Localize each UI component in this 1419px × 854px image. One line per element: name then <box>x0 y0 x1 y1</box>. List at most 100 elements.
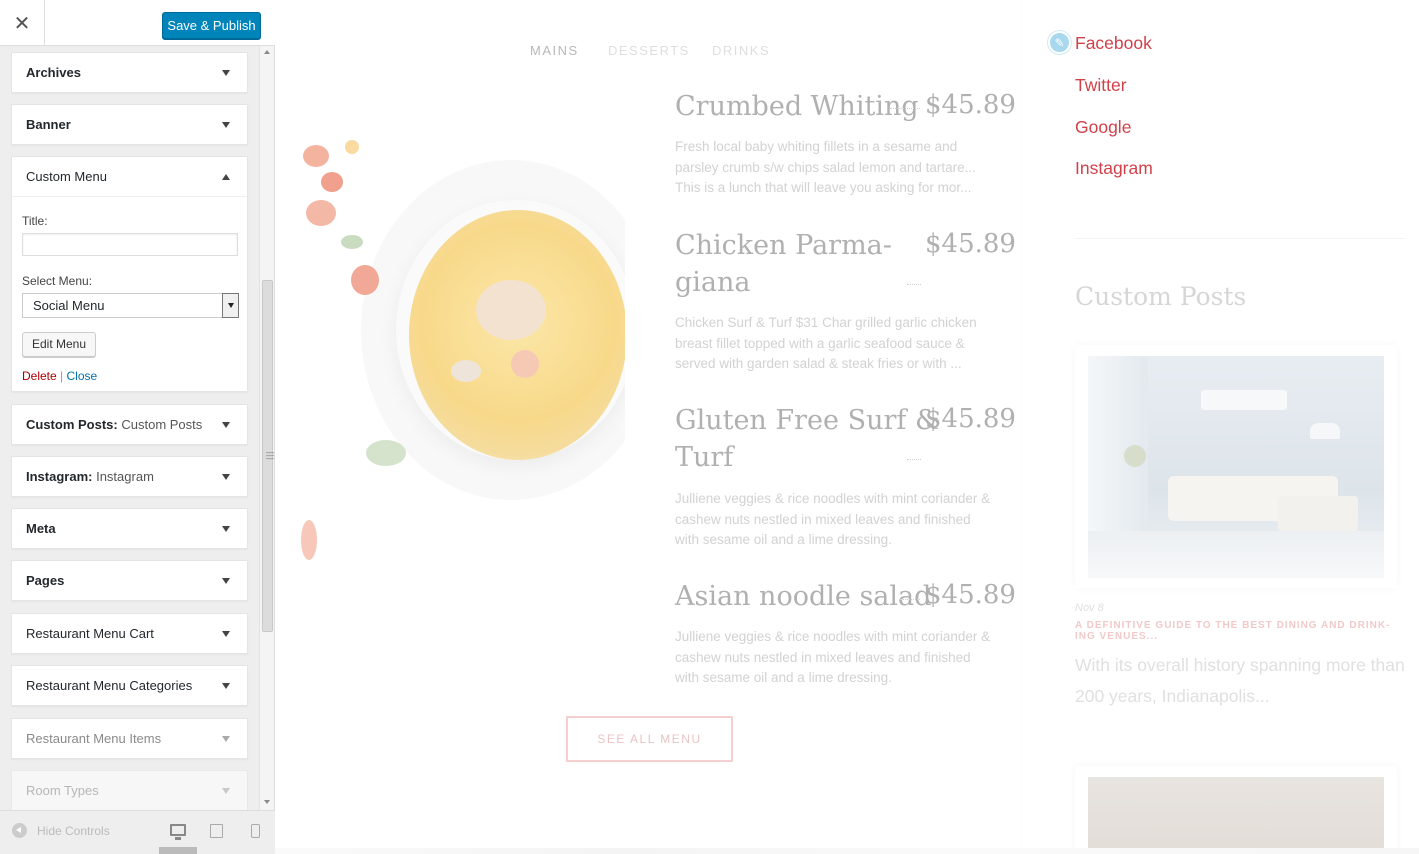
widget-title: Pages <box>26 573 65 588</box>
select-menu-dropdown[interactable]: Social Menu <box>22 293 239 318</box>
widget-banner[interactable]: Banner <box>11 104 248 145</box>
widget-restaurant-menu-cart[interactable]: Restaurant Menu Cart <box>11 613 248 654</box>
expand-arrow-icon[interactable] <box>222 577 230 584</box>
select-menu-label: Select Menu: <box>22 274 93 288</box>
scrollbar-thumb[interactable]: — — — <box>262 280 274 632</box>
widget-header[interactable]: Pages <box>12 561 247 600</box>
grip-icon: — — — <box>266 448 274 463</box>
select-menu-value: Social Menu <box>33 298 105 313</box>
widget-custom-menu[interactable]: Custom Menu Title: Select Menu: Social M… <box>11 156 248 392</box>
widget-header[interactable]: Restaurant Menu Categories <box>12 666 247 705</box>
social-link-twitter[interactable]: Twitter <box>1075 75 1127 96</box>
social-link-instagram[interactable]: Instagram <box>1075 158 1153 179</box>
dropdown-arrow-icon[interactable] <box>222 293 239 318</box>
social-link-facebook[interactable]: Facebook <box>1075 33 1152 54</box>
menu-item-description: Julliene veggies & rice noodles with min… <box>675 629 991 685</box>
customizer-header: ✕ Save & Publish <box>0 0 275 46</box>
hide-controls-button[interactable]: Hide Controls <box>12 823 110 838</box>
close-icon[interactable]: ✕ <box>0 0 45 46</box>
widget-header[interactable]: Room Types <box>12 771 247 810</box>
scroll-up-arrow-icon[interactable] <box>264 50 270 54</box>
social-link-google[interactable]: Google <box>1075 117 1131 138</box>
widget-restaurant-menu-categories[interactable]: Restaurant Menu Categories <box>11 665 248 706</box>
widget-custom-posts[interactable]: Custom Posts: Custom Posts <box>11 404 248 445</box>
tab-desserts[interactable]: DESSERTS <box>608 43 690 58</box>
collapse-circle-icon <box>12 823 27 838</box>
widget-header[interactable]: Custom Posts: Custom Posts <box>12 405 247 444</box>
post-title[interactable]: A DEFINITIVE GUIDE TO THE BEST DINING AN… <box>1075 620 1400 642</box>
widget-header[interactable]: Meta <box>12 509 247 548</box>
widget-instagram[interactable]: Instagram: Instagram <box>11 456 248 497</box>
tab-drinks[interactable]: DRINKS <box>712 43 770 58</box>
expand-arrow-icon[interactable] <box>222 525 230 532</box>
collapse-arrow-icon[interactable] <box>222 173 230 180</box>
widget-title: Archives <box>26 65 81 80</box>
menu-item-price: $45.89 <box>925 90 1016 120</box>
widget-room-types[interactable]: Room Types <box>11 770 248 811</box>
scroll-down-arrow-icon[interactable] <box>264 800 270 804</box>
widget-restaurant-menu-items[interactable]: Restaurant Menu Items <box>11 718 248 759</box>
widget-header[interactable]: Archives <box>12 53 247 92</box>
customizer-sidebar: ✕ Save & Publish Archives Banner Custom … <box>0 0 275 854</box>
edit-menu-button[interactable]: Edit Menu <box>22 332 97 357</box>
sidebar-scrollbar[interactable]: — — — <box>259 46 274 810</box>
post-date: Nov 8 <box>1075 602 1104 614</box>
menu-item-description: Julliene veggies & rice noodles with min… <box>675 491 991 547</box>
widget-actions: Delete | Close <box>22 369 237 383</box>
expand-arrow-icon[interactable] <box>222 630 230 637</box>
menu-item-price: $45.89 <box>925 404 1016 434</box>
menu-item-price: $45.89 <box>925 580 1016 610</box>
expand-arrow-icon[interactable] <box>222 421 230 428</box>
menu-item-title[interactable]: Chicken Parma-giana <box>675 227 892 301</box>
widget-header[interactable]: Instagram: Instagram <box>12 457 247 496</box>
price-leader <box>900 599 920 600</box>
title-label: Title: <box>22 214 48 228</box>
custom-menu-form: Title: Select Menu: Social Menu Edit Men… <box>12 196 247 393</box>
menu-item-title[interactable]: Crumbed Whiting <box>675 88 919 125</box>
widget-header[interactable]: Banner <box>12 105 247 144</box>
menu-item-title[interactable]: Gluten Free Surf & Turf <box>675 402 939 476</box>
post-thumbnail[interactable] <box>1075 345 1397 588</box>
expand-arrow-icon[interactable] <box>222 735 230 742</box>
expand-arrow-icon[interactable] <box>222 69 230 76</box>
site-preview: MAINS DESSERTS DRINKS Crumbed Whiting $4… <box>275 0 1419 854</box>
widget-archives[interactable]: Archives <box>11 52 248 93</box>
customizer-footer: Hide Controls <box>0 810 275 854</box>
separator: | <box>60 369 64 383</box>
menu-item-title[interactable]: Asian noodle salad <box>675 578 931 615</box>
expand-arrow-icon[interactable] <box>222 473 230 480</box>
menu-item-price: $45.89 <box>925 229 1016 259</box>
widget-title: Restaurant Menu Cart <box>26 626 154 641</box>
delete-link[interactable]: Delete <box>22 369 57 383</box>
pencil-icon[interactable]: ✎ <box>1048 31 1071 54</box>
divider <box>1075 238 1405 239</box>
widget-title: Restaurant Menu Items <box>26 731 162 746</box>
post-excerpt: With its overall history spanning more t… <box>1075 655 1405 706</box>
price-leader <box>907 459 921 460</box>
column-divider <box>1020 0 1021 854</box>
price-leader <box>890 108 920 109</box>
widget-pages[interactable]: Pages <box>11 560 248 601</box>
mobile-icon[interactable] <box>251 824 260 838</box>
widget-header[interactable]: Custom Menu <box>12 157 247 196</box>
widget-title: Custom Menu <box>26 169 107 184</box>
dish-image <box>301 100 625 570</box>
expand-arrow-icon[interactable] <box>222 787 230 794</box>
widget-list: Archives Banner Custom Menu Title: Selec… <box>11 52 249 812</box>
expand-arrow-icon[interactable] <box>222 682 230 689</box>
save-publish-button[interactable]: Save & Publish <box>162 12 261 39</box>
see-all-menu-button[interactable]: SEE ALL MENU <box>566 716 733 762</box>
expand-arrow-icon[interactable] <box>222 121 230 128</box>
widget-header[interactable]: Restaurant Menu Items <box>12 719 247 758</box>
title-input[interactable] <box>22 233 238 256</box>
menu-item-description: Chicken Surf & Turf $31 Char grilled gar… <box>675 315 977 371</box>
close-link[interactable]: Close <box>67 369 98 383</box>
desktop-icon[interactable] <box>170 824 186 840</box>
tab-mains[interactable]: MAINS <box>530 43 579 58</box>
tablet-icon[interactable] <box>210 824 223 838</box>
widget-meta[interactable]: Meta <box>11 508 248 549</box>
widget-header[interactable]: Restaurant Menu Cart <box>12 614 247 653</box>
post-thumbnail[interactable] <box>1075 766 1397 854</box>
footer-strip <box>275 848 1419 854</box>
custom-posts-heading: Custom Posts <box>1075 282 1247 311</box>
